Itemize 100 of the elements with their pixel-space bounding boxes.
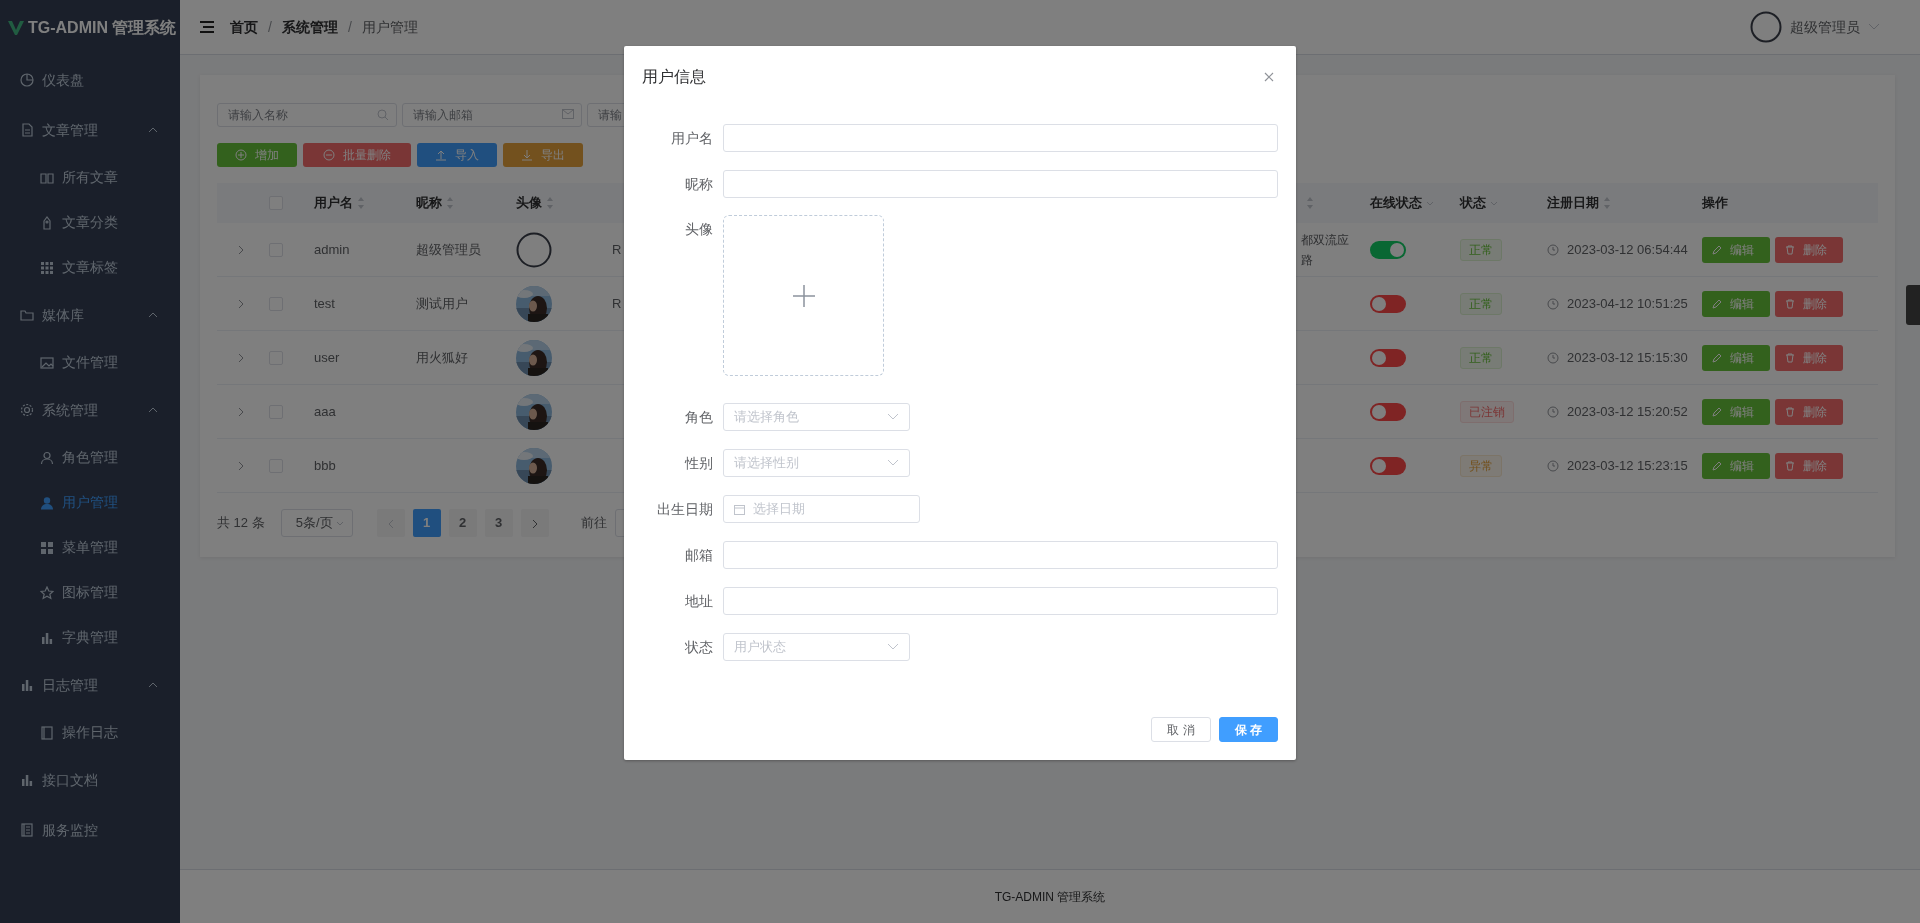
column-header[interactable]: 头像 — [516, 193, 542, 213]
status-tag: 正常 — [1460, 292, 1502, 315]
pie-chart-icon — [20, 73, 34, 87]
upload-area[interactable] — [723, 215, 884, 376]
date-field[interactable]: 选择日期 — [723, 495, 920, 523]
table-cell-text: 2023-03-12 06:54:44 — [1567, 240, 1688, 259]
pencil-icon — [1712, 298, 1722, 309]
table-cell-text: admin — [314, 240, 350, 259]
trash-icon — [1785, 244, 1795, 255]
trash-icon — [1785, 460, 1795, 471]
folder-icon — [20, 308, 34, 322]
total-count: 共 12 条 — [217, 514, 265, 533]
avatar-icon — [516, 231, 552, 268]
sort-icon — [1306, 196, 1314, 210]
input-field[interactable] — [723, 541, 1278, 569]
select-field[interactable]: 请选择角色 — [723, 403, 910, 431]
footer-text: TG-ADMIN 管理系统 — [994, 888, 1106, 906]
page-button[interactable]: 2 — [448, 509, 477, 537]
close-icon — [1264, 72, 1274, 82]
edit-button[interactable]: 编辑 — [1702, 344, 1770, 371]
sidebar-item[interactable]: 菜单管理 — [0, 525, 180, 570]
book-icon — [40, 170, 54, 185]
clock-icon — [1547, 351, 1559, 364]
column-header[interactable]: 注册日期 — [1547, 193, 1599, 213]
toggle-switch[interactable] — [1370, 402, 1406, 421]
toolbar-button[interactable]: 导入 — [417, 143, 497, 167]
chevron-down-icon — [1426, 199, 1434, 207]
column-header: 操作 — [1702, 194, 1728, 213]
toggle-switch[interactable] — [1370, 456, 1406, 475]
next-page-button[interactable] — [520, 509, 549, 537]
sidebar-item[interactable]: 媒体库 — [0, 290, 180, 340]
sidebar-item[interactable]: 角色管理 — [0, 435, 180, 480]
sidebar-item[interactable]: 文件管理 — [0, 340, 180, 385]
search-field[interactable]: 请输入名称 — [217, 103, 397, 127]
bar-chart-icon — [40, 630, 54, 645]
status-tag: 异常 — [1460, 454, 1502, 477]
table-cell-text: 都双流应 路 — [1301, 231, 1349, 269]
sidebar-item[interactable]: 仪表盘 — [0, 55, 180, 105]
sidebar-item[interactable]: 服务监控 — [0, 805, 180, 855]
delete-button[interactable]: 删除 — [1775, 290, 1843, 317]
sidebar-item[interactable]: 操作日志 — [0, 710, 180, 755]
input-field[interactable] — [723, 587, 1278, 615]
field-label: 状态 — [684, 638, 714, 657]
toggle-switch[interactable] — [1370, 348, 1406, 367]
trash-icon — [1785, 298, 1795, 309]
sidebar-item[interactable]: 文章标签 — [0, 245, 180, 290]
edit-button[interactable]: 编辑 — [1702, 452, 1770, 479]
select-field[interactable]: 用户状态 — [723, 633, 910, 661]
delete-button[interactable]: 删除 — [1775, 344, 1843, 371]
column-header[interactable]: 昵称 — [416, 193, 442, 213]
delete-button[interactable]: 删除 — [1775, 236, 1843, 263]
chevron-down-icon — [1490, 199, 1498, 207]
clock-icon — [1547, 243, 1559, 256]
breadcrumb-link[interactable]: 系统管理 — [281, 16, 338, 38]
toolbar-button[interactable]: 批量删除 — [303, 143, 411, 167]
toolbar-button[interactable]: 增加 — [217, 143, 297, 167]
edit-button[interactable]: 编辑 — [1702, 236, 1770, 263]
side-handle[interactable] — [1906, 285, 1920, 325]
sidebar-item[interactable]: 文章管理 — [0, 105, 180, 155]
field-label: 角色 — [684, 408, 714, 427]
page-button[interactable]: 3 — [484, 509, 513, 537]
page-button[interactable]: 1 — [412, 509, 441, 537]
edit-button[interactable]: 编辑 — [1702, 398, 1770, 425]
pencil-icon — [1712, 406, 1722, 417]
plus-icon — [792, 284, 815, 307]
column-header[interactable]: 在线状态 — [1370, 193, 1422, 213]
toolbar-button[interactable]: 导出 — [503, 143, 583, 167]
sidebar-item[interactable]: 文章分类 — [0, 200, 180, 245]
input-field[interactable] — [723, 124, 1278, 152]
delete-button[interactable]: 删除 — [1775, 398, 1843, 425]
bar-chart-icon — [20, 773, 34, 787]
table-cell-text: 测试用户 — [416, 294, 468, 313]
column-header[interactable]: 用户名 — [314, 193, 353, 213]
column-header[interactable]: 状态 — [1460, 193, 1486, 213]
search-field[interactable]: 请输入邮箱 — [402, 103, 582, 127]
edit-button[interactable]: 编辑 — [1702, 290, 1770, 317]
page-size-select[interactable]: 5条/页 — [280, 509, 353, 537]
grid-icon — [40, 540, 54, 555]
input-field[interactable] — [723, 170, 1278, 198]
sidebar-item[interactable]: 图标管理 — [0, 570, 180, 615]
cancel-button[interactable]: 取 消 — [1151, 717, 1211, 742]
breadcrumb-link[interactable]: 首页 — [230, 16, 258, 38]
toggle-switch[interactable] — [1370, 240, 1406, 259]
goto-label: 前往 — [580, 514, 607, 533]
save-button[interactable]: 保 存 — [1218, 717, 1278, 742]
sidebar-item[interactable]: 所有文章 — [0, 155, 180, 200]
sidebar-item[interactable]: 日志管理 — [0, 660, 180, 710]
select-field[interactable]: 请选择性别 — [723, 449, 910, 477]
delete-button[interactable]: 删除 — [1775, 452, 1843, 479]
sidebar-item[interactable]: 系统管理 — [0, 385, 180, 435]
notebook-icon — [40, 725, 54, 740]
sidebar-item[interactable]: 用户管理 — [0, 480, 180, 525]
breadcrumb-separator: / — [268, 17, 272, 37]
chevron-right-icon — [237, 460, 245, 471]
sidebar-item[interactable]: 字典管理 — [0, 615, 180, 660]
menu-icon — [200, 21, 214, 33]
toggle-switch[interactable] — [1370, 294, 1406, 313]
person-icon — [40, 450, 54, 465]
user-name[interactable]: 超级管理员 — [1790, 16, 1860, 38]
prev-page-button[interactable] — [376, 509, 405, 537]
